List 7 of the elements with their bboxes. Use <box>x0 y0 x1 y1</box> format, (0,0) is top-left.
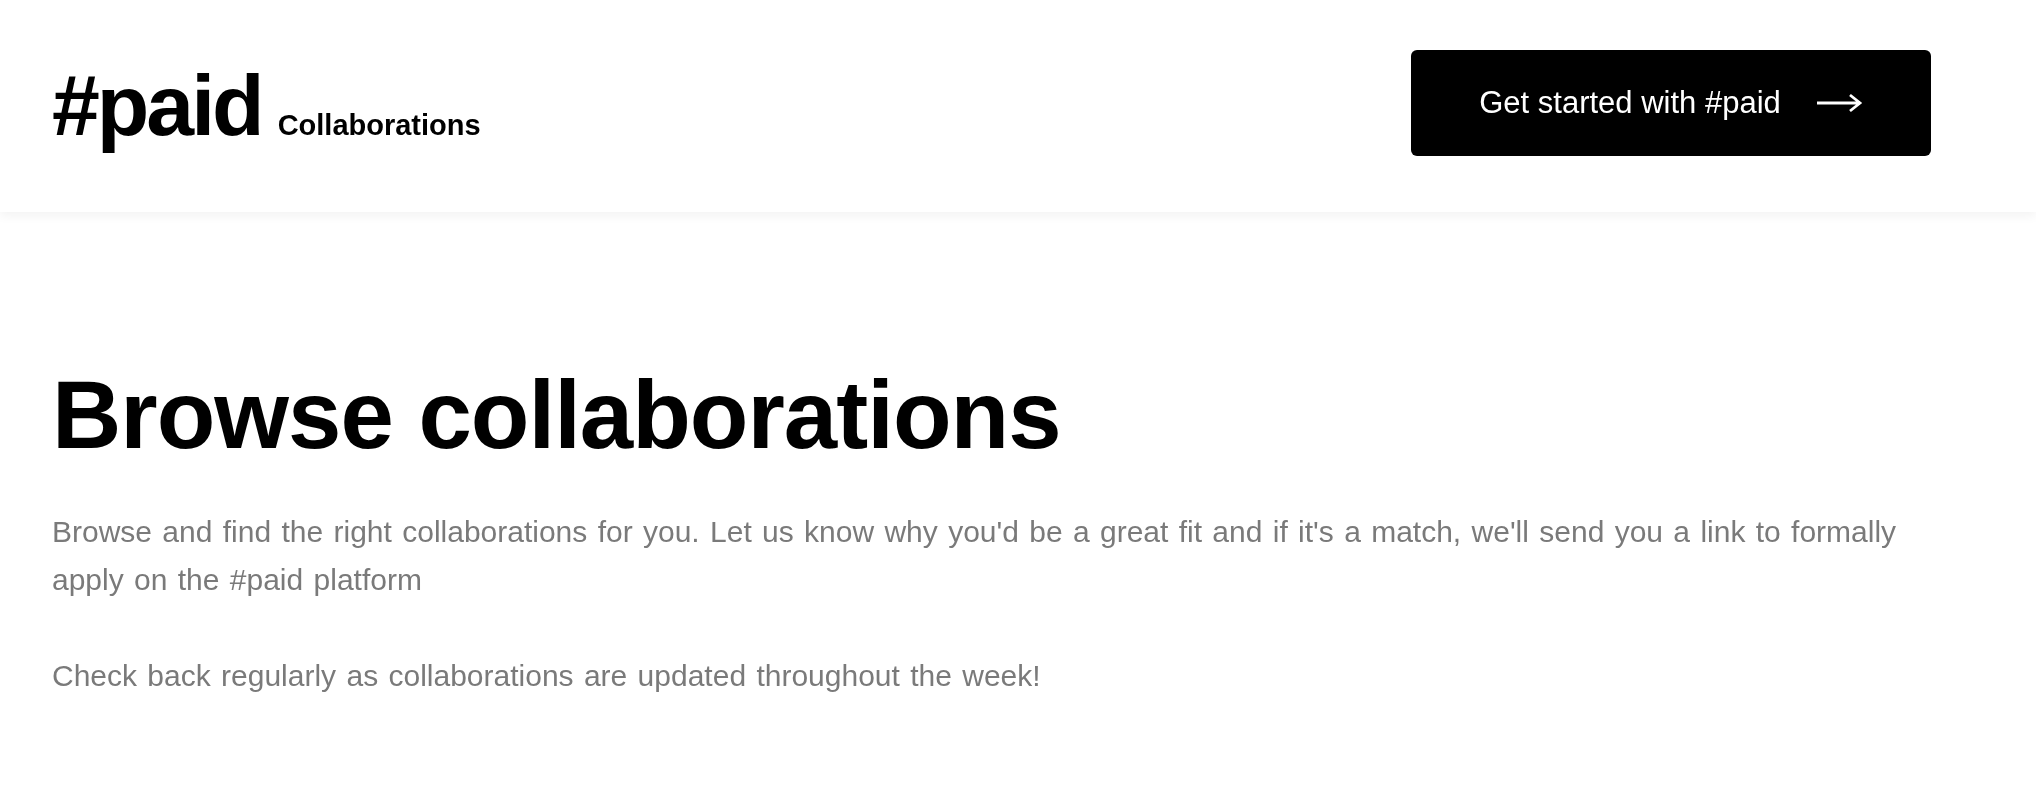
intro-paragraph: Check back regularly as collaborations are updated throughout the week! <box>52 657 1042 694</box>
get-started-button[interactable]: Get started with #paid <box>1411 50 1931 156</box>
page-title: Browse collaborations <box>52 362 1062 468</box>
arrow-icon <box>1814 93 1863 113</box>
logo[interactable]: #paid <box>52 52 266 160</box>
logo-subtitle: Collaborations <box>277 109 481 143</box>
intro-paragraph: Browse and find the right collaborations for you. Let us know why you'd be a great fit and if it's a match, we'll send you a link to formally apply on the #paid platform <box>52 513 1898 598</box>
